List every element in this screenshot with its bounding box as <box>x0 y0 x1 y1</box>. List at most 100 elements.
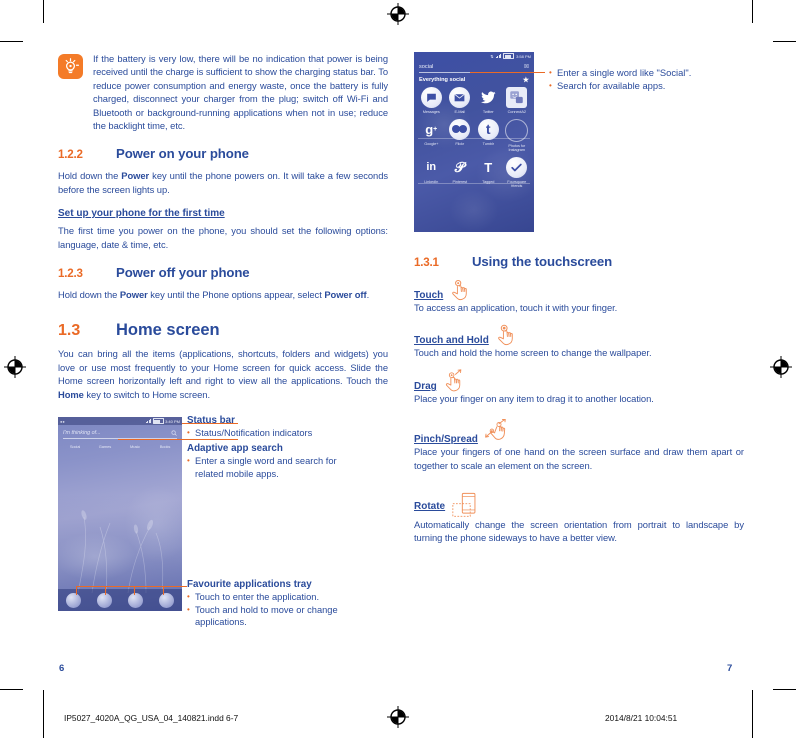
left-page-column: If the battery is very low, there will b… <box>58 52 388 627</box>
callout-title: Adaptive app search <box>187 443 283 455</box>
gesture-drag-description: Place your finger on any item to drag it… <box>414 392 654 404</box>
app-label: ConnectA2 <box>507 109 526 114</box>
heading-1-3: 1.3 Home screen <box>58 321 388 340</box>
home-app-shortcut[interactable]: Music <box>121 444 149 449</box>
app-result[interactable]: Twitter <box>474 87 503 115</box>
tip-note: If the battery is very low, there will b… <box>58 52 388 132</box>
crop-mark-bottom-left-horizontal <box>0 689 23 690</box>
clear-icon[interactable]: ☒ <box>524 64 529 70</box>
s122-bold-power: Power <box>121 170 150 182</box>
everything-social-row[interactable]: Everything social ★ <box>419 76 529 84</box>
app-label: Social <box>69 444 81 450</box>
crop-mark-top-left-horizontal <box>0 41 23 42</box>
app-label: Games <box>98 444 112 450</box>
app-result[interactable]: Photos for Instagram <box>503 118 532 153</box>
touch-gesture-icon <box>452 280 468 301</box>
heading-1-2-2-number: 1.2.2 <box>58 148 83 162</box>
googleplus-icon: g + <box>425 121 438 137</box>
home-app-shortcut[interactable]: Books <box>151 444 179 449</box>
s122-text-a: Hold down the <box>58 170 122 182</box>
app-shortcut-row: Social Games Music Books <box>61 444 179 449</box>
app-result[interactable]: t Tumblr <box>474 118 503 153</box>
email-icon <box>449 87 471 108</box>
crop-mark-top-right-vertical <box>752 0 753 23</box>
home-app-shortcut[interactable]: Games <box>91 444 119 449</box>
home-app-shortcut[interactable]: Social <box>61 444 89 449</box>
registration-mark-bottom-center <box>387 706 409 728</box>
app-result[interactable]: 𝒫 Pinterest <box>446 157 475 189</box>
page-number-right: 7 <box>727 663 733 674</box>
contacts-tray-icon[interactable] <box>128 592 143 608</box>
status-bar-notification-icons: ●● <box>60 418 65 424</box>
status-bar: ●● 3:40 PM <box>58 417 182 426</box>
touch-and-hold-gesture-icon <box>497 325 513 346</box>
app-label: Google+ <box>424 140 439 146</box>
flickr-icon <box>449 118 471 140</box>
adaptive-app-search-field[interactable]: I'm thinking of... <box>63 430 177 440</box>
heading-1-3-title: Home screen <box>116 321 220 340</box>
heading-1-2-2-title: Power on your phone <box>116 146 249 162</box>
gesture-rotate-description: Automatically change the screen orientat… <box>414 519 744 544</box>
signal-icon <box>145 419 152 424</box>
gesture-name: Touch and Hold <box>414 335 489 347</box>
tip-text: If the battery is very low, there will b… <box>93 53 388 132</box>
foursquare-icon <box>506 156 528 178</box>
crop-mark-bottom-left-vertical <box>43 690 44 738</box>
subheading-set-up-phone: Set up your phone for the first time <box>58 208 225 220</box>
app-label: Music <box>130 444 140 450</box>
gesture-touch-description: To access an application, touch it with … <box>414 302 618 313</box>
heading-1-3-1: 1.3.1 Using the touchscreen <box>414 254 744 269</box>
section-1-3-body: You can bring all the items (application… <box>58 347 388 401</box>
s123-text-c: . <box>366 289 370 301</box>
app-result[interactable]: Flickr <box>446 118 475 153</box>
crop-mark-top-right-horizontal <box>773 41 796 42</box>
leader-line-tray-tick-2 <box>105 586 106 596</box>
s123-bold-power: Power <box>119 289 148 301</box>
search-query-value: social <box>419 64 434 70</box>
heading-1-2-3-title: Power off your phone <box>116 265 250 281</box>
leader-line-tray-main <box>76 586 187 588</box>
registration-mark-left <box>4 356 26 378</box>
app-label: Messages <box>422 109 440 114</box>
grass-wallpaper-art <box>77 510 164 594</box>
twitter-icon <box>478 87 499 108</box>
app-label: Foursquare friends <box>507 178 527 189</box>
app-result[interactable]: E-Mail <box>446 87 475 115</box>
phone-tray-icon[interactable] <box>66 592 81 608</box>
callout-item: Status/Notification indicators <box>187 427 359 440</box>
app-label: Flickr <box>455 140 465 146</box>
app-search-figure: ⇅ 3:58 PM social ☒ Everything social ★ M… <box>414 52 744 234</box>
drag-gesture-icon <box>445 369 462 392</box>
app-result[interactable]: ConnectA2 <box>503 87 532 115</box>
app-result[interactable]: g + Google+ <box>417 119 446 153</box>
s123-bold-power-off: Power off <box>324 289 367 301</box>
search-placeholder: I'm thinking of... <box>63 430 101 437</box>
app-result[interactable]: in LinkedIn <box>417 157 446 189</box>
tagged-icon: T <box>484 159 493 175</box>
gesture-name: Drag <box>414 380 437 392</box>
app-label: Photos for Instagram <box>508 142 526 153</box>
tumblr-icon: t <box>477 118 499 140</box>
pinterest-icon: 𝒫 <box>454 158 465 175</box>
callout-favourite-applications-tray: Favourite applications tray Touch to ent… <box>187 579 367 628</box>
s13-bold-home: Home <box>58 388 84 400</box>
s123-text-a: Hold down the <box>58 289 120 301</box>
home-screen-screenshot: ●● 3:40 PM I'm thinking of... Social Gam… <box>58 417 182 612</box>
search-bullets: Enter a single word like "Social". Searc… <box>549 66 739 93</box>
crop-mark-bottom-right-horizontal <box>773 689 796 690</box>
callout-item: Enter a single word and search for relat… <box>187 455 359 480</box>
gesture-pinch-spread-description: Place your fingers of one hand on the sc… <box>414 446 744 471</box>
app-result[interactable]: T Tagged <box>474 157 503 189</box>
leader-line-tray-tick-4 <box>163 586 164 596</box>
app-result[interactable]: Foursquare friends <box>503 156 532 189</box>
gesture-drag-header: Drag <box>414 368 744 392</box>
registration-mark-top-center <box>387 3 409 25</box>
browser-tray-icon[interactable] <box>159 592 174 608</box>
leader-line-search-query <box>470 72 545 73</box>
s123-text-b: key until the Phone options appear, sele… <box>147 289 325 301</box>
star-icon[interactable]: ★ <box>523 76 529 84</box>
app-label: Pinterest <box>452 178 468 184</box>
app-result[interactable]: Messages <box>417 87 446 115</box>
gesture-name: Pinch/Spread <box>414 434 478 446</box>
status-bar-time: 3:40 PM <box>165 418 180 424</box>
